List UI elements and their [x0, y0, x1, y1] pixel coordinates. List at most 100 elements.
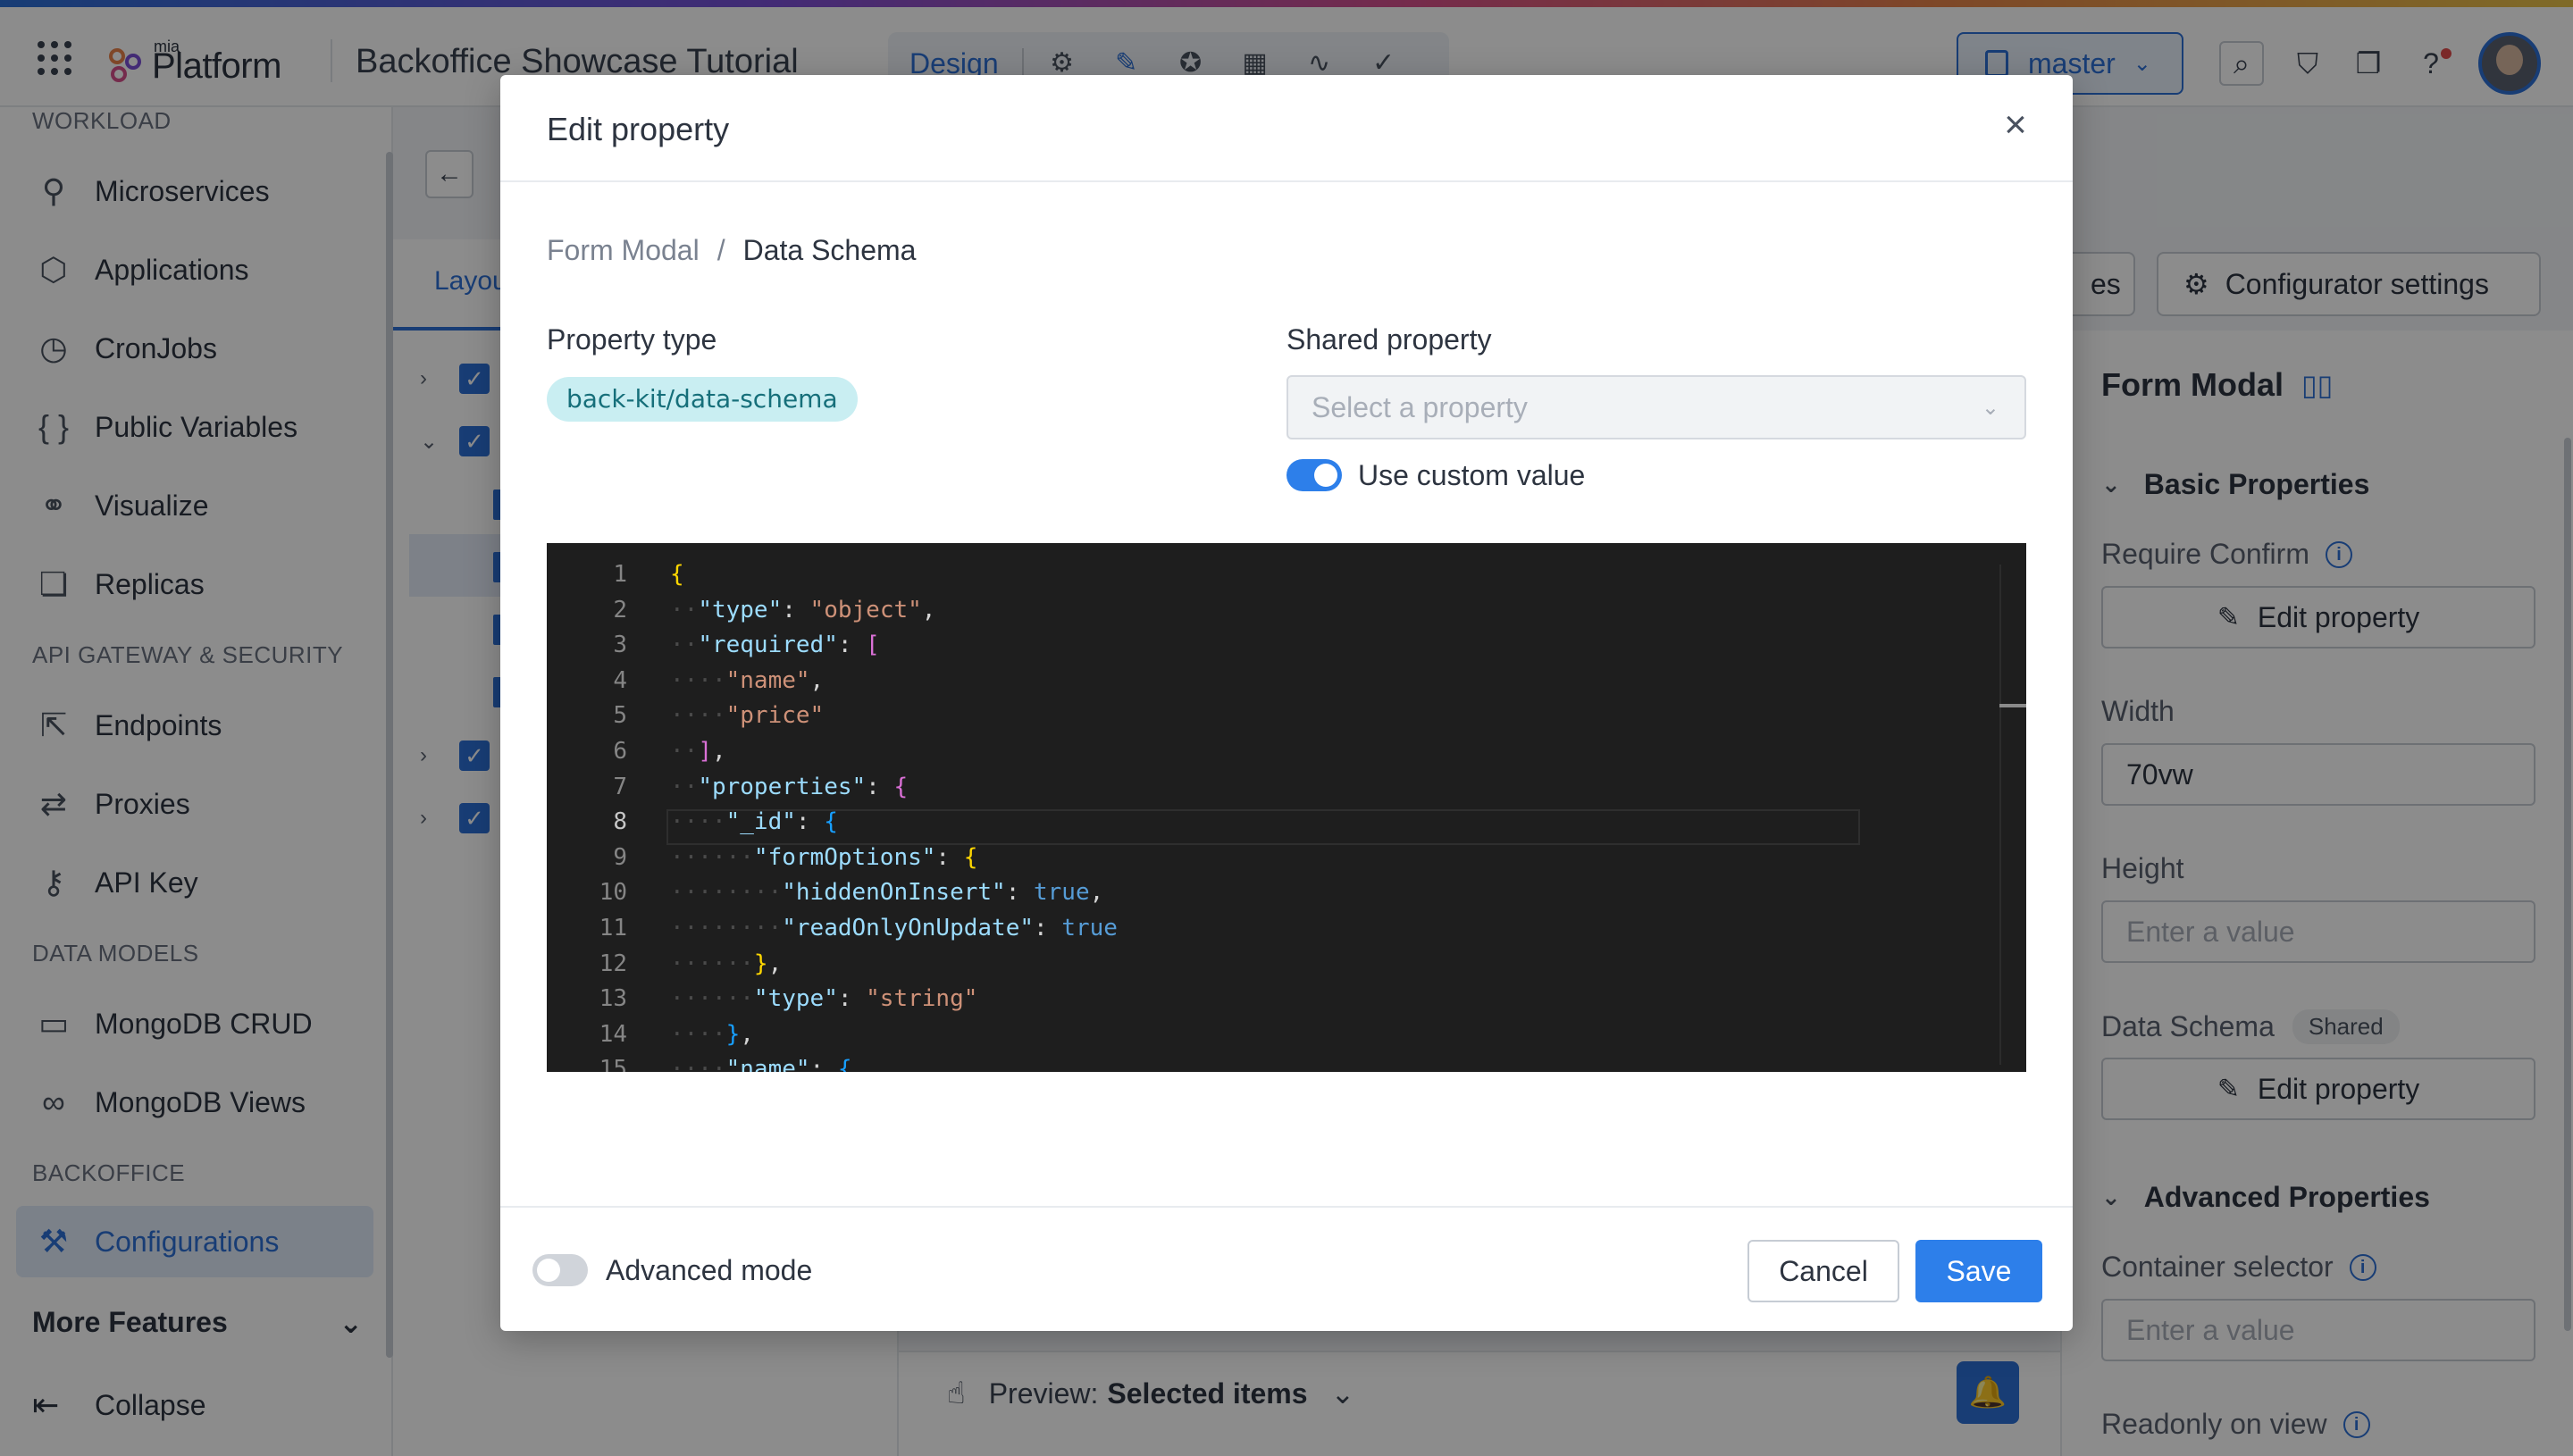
property-type-label: Property type — [547, 323, 717, 356]
code-token: "properties" — [698, 773, 867, 800]
code-token: } — [753, 950, 768, 977]
code-token: ···· — [670, 1056, 726, 1072]
line-number: 8 — [613, 808, 627, 836]
line-number: 14 — [599, 1020, 627, 1048]
code-line[interactable]: ········"readOnlyOnUpdate": true — [670, 911, 1118, 947]
code-content[interactable]: {··"type": "object", ··"required": [····"… — [670, 557, 1118, 1072]
line-number: 9 — [613, 843, 627, 871]
code-line[interactable]: ··"type": "object", — [670, 593, 1118, 629]
code-line[interactable]: ······"formOptions": { — [670, 841, 1118, 876]
line-number: 15 — [599, 1056, 627, 1072]
code-token: ···· — [670, 702, 726, 730]
line-number: 5 — [613, 702, 627, 730]
code-token: { — [824, 808, 838, 836]
code-token: : — [1034, 914, 1062, 941]
code-token: ········ — [670, 879, 783, 907]
code-token: ] — [698, 737, 712, 765]
code-line[interactable]: ····"name", — [670, 664, 1118, 699]
code-token: : — [866, 773, 894, 800]
code-token: ·· — [670, 632, 699, 659]
code-token: "name" — [725, 1056, 810, 1072]
code-token: , — [740, 1020, 754, 1048]
code-token: : — [782, 596, 810, 623]
code-token: : — [837, 985, 867, 1013]
advanced-mode-toggle[interactable] — [532, 1254, 588, 1286]
breadcrumb-separator: / — [717, 234, 725, 266]
line-number: 1 — [613, 561, 627, 588]
code-token: ········ — [670, 914, 783, 941]
code-token: "type" — [698, 596, 783, 623]
line-number: 11 — [599, 914, 627, 941]
editor-scrollbar-marker[interactable] — [1999, 704, 2026, 707]
code-token: ·· — [670, 737, 699, 765]
code-token: : — [795, 808, 825, 836]
save-button[interactable]: Save — [1915, 1240, 2042, 1302]
line-number: 6 — [613, 737, 627, 765]
cancel-button[interactable]: Cancel — [1747, 1240, 1899, 1302]
code-token: ······ — [670, 985, 754, 1013]
line-number: 4 — [613, 666, 627, 694]
code-token: { — [963, 843, 978, 871]
code-token: "formOptions" — [753, 843, 936, 871]
code-line[interactable]: ····"_id": { — [670, 805, 1118, 841]
code-token: , — [921, 596, 936, 623]
code-line[interactable]: ······"type": "string" — [670, 982, 1118, 1017]
code-token: ···· — [670, 808, 726, 836]
code-token: true — [1061, 914, 1118, 941]
line-number: 3 — [613, 632, 627, 659]
code-token: { — [893, 773, 909, 800]
code-line[interactable]: ··"required": [ — [670, 628, 1118, 664]
advanced-mode-label: Advanced mode — [606, 1254, 813, 1286]
code-editor[interactable]: 1 2 3 4 5 6 7 8 9 10 11 12 13 14 15 {··"type": "object… — [547, 543, 2026, 1072]
code-token: } — [725, 1020, 741, 1048]
code-token: , — [1089, 879, 1104, 907]
code-token: "object" — [809, 596, 922, 623]
modal-header: Edit property × — [500, 75, 2073, 182]
modal-title: Edit property — [547, 111, 730, 147]
code-token: "string" — [866, 985, 978, 1013]
code-token: : — [1005, 879, 1034, 907]
code-token: "required" — [698, 632, 838, 659]
close-icon[interactable]: × — [1996, 105, 2035, 145]
code-token: ···· — [670, 1020, 726, 1048]
use-custom-value-label: Use custom value — [1358, 459, 1586, 491]
line-number-gutter: 1 2 3 4 5 6 7 8 9 10 11 12 13 14 15 — [547, 557, 627, 1072]
breadcrumb-parent[interactable]: Form Modal — [547, 234, 700, 267]
code-token: "readOnlyOnUpdate" — [782, 914, 1034, 941]
editor-scrollbar-track — [1999, 565, 2001, 1065]
code-token: ·· — [670, 773, 699, 800]
use-custom-value-toggle[interactable] — [1286, 459, 1342, 491]
code-token: "price" — [725, 702, 825, 730]
code-token: "hiddenOnInsert" — [782, 879, 1006, 907]
toggle-knob — [1314, 464, 1337, 487]
line-number: 13 — [599, 985, 627, 1013]
line-number: 2 — [613, 596, 627, 623]
code-token: { — [670, 561, 684, 588]
shared-property-placeholder: Select a property — [1312, 390, 1528, 423]
code-line[interactable]: { — [670, 557, 1118, 593]
code-line[interactable]: ····"price" — [670, 699, 1118, 734]
code-line[interactable]: ······}, — [670, 947, 1118, 983]
property-type-tag: back-kit/data-schema — [547, 377, 858, 422]
code-token: : — [837, 632, 867, 659]
code-token: : — [809, 1056, 838, 1072]
code-line[interactable]: ········"hiddenOnInsert": true, — [670, 875, 1118, 911]
code-token: ······ — [670, 950, 754, 977]
breadcrumb-current: Data Schema — [742, 234, 917, 266]
code-line[interactable]: ····"name": { — [670, 1052, 1118, 1072]
code-line[interactable]: ····}, — [670, 1017, 1118, 1053]
code-token: : — [935, 843, 964, 871]
code-line[interactable]: ··], — [670, 734, 1118, 770]
line-number: 10 — [599, 879, 627, 907]
code-line[interactable]: ··"properties": { — [670, 770, 1118, 806]
line-number: 7 — [613, 773, 627, 800]
code-token: "_id" — [725, 808, 796, 836]
edit-property-modal: Edit property × Form Modal / Data Schema… — [500, 75, 2073, 1331]
code-token: [ — [866, 632, 880, 659]
code-token: { — [837, 1056, 852, 1072]
code-token: "type" — [753, 985, 838, 1013]
chevron-down-icon: ⌄ — [1981, 395, 1999, 420]
code-token: ···· — [670, 666, 726, 694]
shared-property-select[interactable]: Select a property ⌄ — [1286, 375, 2026, 439]
shared-property-label: Shared property — [1286, 323, 1492, 356]
